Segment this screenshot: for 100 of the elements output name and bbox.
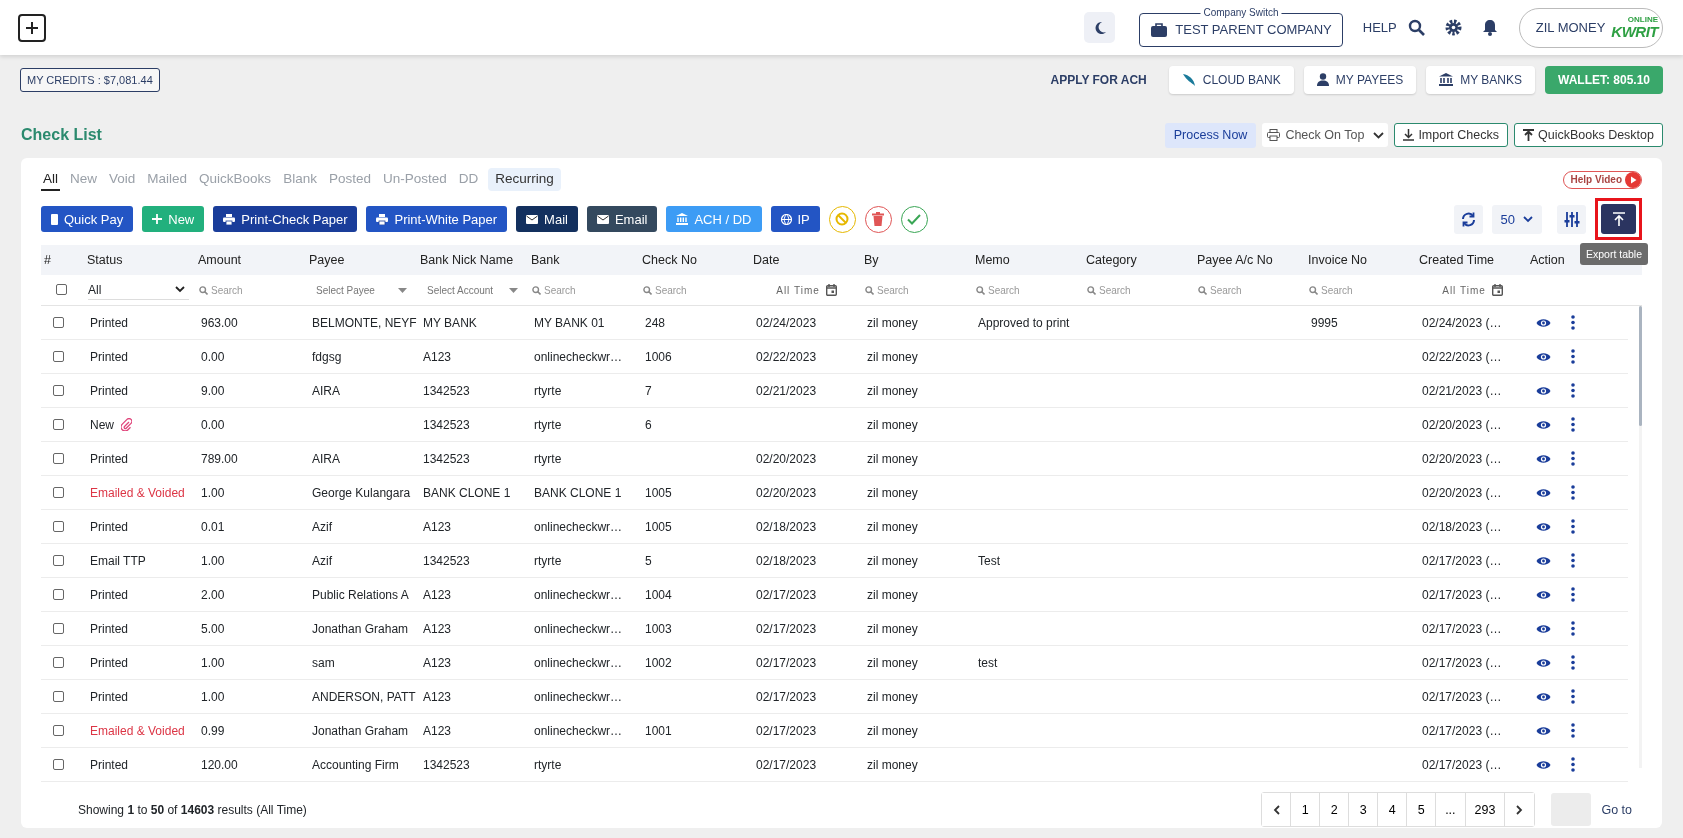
eye-icon[interactable] [1536,589,1551,600]
more-options-icon[interactable] [1571,553,1575,568]
more-options-icon[interactable] [1571,621,1575,636]
filter-dropdown[interactable]: Select Account [421,282,526,298]
print2-button[interactable]: Print-White Paper [366,206,508,232]
printer-icon [376,213,389,225]
refresh-button[interactable] [1453,204,1483,234]
more-options-icon[interactable] [1571,451,1575,466]
filter-tab[interactable]: All [41,168,60,191]
go-to-link[interactable]: Go to [1601,802,1632,817]
results-summary: Showing 1 to 50 of 14603 results (All Time) [78,802,307,817]
scrollbar[interactable] [1639,306,1642,768]
email-button[interactable]: Email [586,206,658,232]
approve-button[interactable] [900,205,928,233]
more-options-icon[interactable] [1571,757,1575,772]
page-size-select[interactable]: 50 [1491,204,1542,234]
process-now-button[interactable]: Process Now [1164,122,1257,148]
row-checkbox[interactable] [53,351,64,362]
status-text: Emailed & Voided [90,723,185,738]
eye-icon[interactable] [1536,691,1551,702]
more-options-icon[interactable] [1571,655,1575,670]
row-checkbox[interactable] [53,623,64,634]
row-checkbox[interactable] [53,419,64,430]
print-order-select[interactable]: Check On Top [1262,123,1389,147]
dark-mode-button[interactable] [1084,12,1116,43]
table-cell: 02/17/2023 [756,621,817,636]
table-cell: 02/20/2023 [756,485,817,500]
status-text: Printed [90,451,129,466]
table-cell: A123 [423,621,452,636]
more-options-icon[interactable] [1571,349,1575,364]
more-options-icon[interactable] [1571,417,1575,432]
mail-button[interactable]: Mail [516,206,578,232]
eye-icon[interactable] [1536,725,1551,736]
ip-button[interactable]: IP [770,206,820,232]
search-icon [532,285,541,295]
help-link[interactable]: HELP [1362,20,1397,35]
more-options-icon[interactable] [1571,723,1575,738]
table-cell: zil money [867,519,918,534]
row-checkbox[interactable] [53,657,64,668]
row-checkbox[interactable] [53,521,64,532]
column-settings-button[interactable] [1557,204,1586,234]
row-checkbox[interactable] [53,725,64,736]
quick-link-button[interactable]: CLOUD BANK [1168,65,1294,94]
eye-icon[interactable] [1536,555,1551,566]
eye-icon[interactable] [1536,419,1551,430]
eye-icon[interactable] [1536,521,1551,532]
table-cell: zil money [867,757,918,772]
table-cell: 963.00 [201,315,238,330]
export-button[interactable] [1601,204,1636,234]
eye-icon[interactable] [1536,317,1551,328]
row-checkbox[interactable] [53,317,64,328]
quick-link-button[interactable]: MY PAYEES [1303,65,1417,94]
print-button[interactable]: Print-Check Paper [213,206,358,232]
row-checkbox[interactable] [53,589,64,600]
quickbooks-desktop-button[interactable]: QuickBooks Desktop [1513,123,1663,147]
more-options-icon[interactable] [1571,519,1575,534]
apply-ach-link[interactable]: APPLY FOR ACH [1050,72,1147,87]
add-button[interactable] [18,13,46,42]
column-header: Memo [974,253,1010,267]
eye-icon[interactable] [1536,759,1551,770]
eye-icon[interactable] [1536,487,1551,498]
more-options-icon[interactable] [1571,689,1575,704]
table-cell: 02/17/2023 [756,655,817,670]
select-all-checkbox[interactable] [56,284,67,295]
delete-button[interactable] [864,205,892,233]
row-checkbox[interactable] [53,487,64,498]
eye-icon[interactable] [1536,623,1551,634]
date-range-filter[interactable]: All Time [1420,284,1525,296]
filter-dropdown[interactable]: Select Payee [310,282,415,298]
table-cell: 789.00 [201,451,238,466]
previous-page-button[interactable] [1262,793,1292,826]
help-video-button[interactable]: Help Video [1562,170,1642,189]
table-cell: 02/20/2023 (… [1422,417,1502,432]
import-checks-button[interactable]: Import Checks [1394,123,1508,147]
more-options-icon[interactable] [1571,315,1575,330]
row-checkbox[interactable] [53,453,64,464]
row-checkbox[interactable] [53,759,64,770]
quickpay-button[interactable]: Quick Pay [41,206,134,232]
search-icon [1087,285,1096,295]
quick-link-button[interactable]: MY BANKS [1426,65,1535,94]
row-checkbox[interactable] [53,555,64,566]
status-text: Printed [90,383,129,398]
filter-tab[interactable]: Recurring [488,168,561,191]
table-cell: 248 [645,315,666,330]
eye-icon[interactable] [1536,453,1551,464]
eye-icon[interactable] [1536,657,1551,668]
table-cell: 02/17/2023 (… [1422,723,1502,738]
table-cell: 02/17/2023 [756,689,817,704]
settings-icon[interactable] [1444,19,1462,36]
row-checkbox[interactable] [53,385,64,396]
row-checkbox[interactable] [53,691,64,702]
date-range-filter[interactable]: All Time [754,284,859,296]
eye-icon[interactable] [1536,351,1551,362]
more-options-icon[interactable] [1571,485,1575,500]
bell-icon[interactable] [1481,19,1498,36]
more-options-icon[interactable] [1571,587,1575,602]
more-options-icon[interactable] [1571,383,1575,398]
eye-icon[interactable] [1536,385,1551,396]
search-icon[interactable] [1407,19,1425,36]
status-filter[interactable]: All [88,280,189,300]
